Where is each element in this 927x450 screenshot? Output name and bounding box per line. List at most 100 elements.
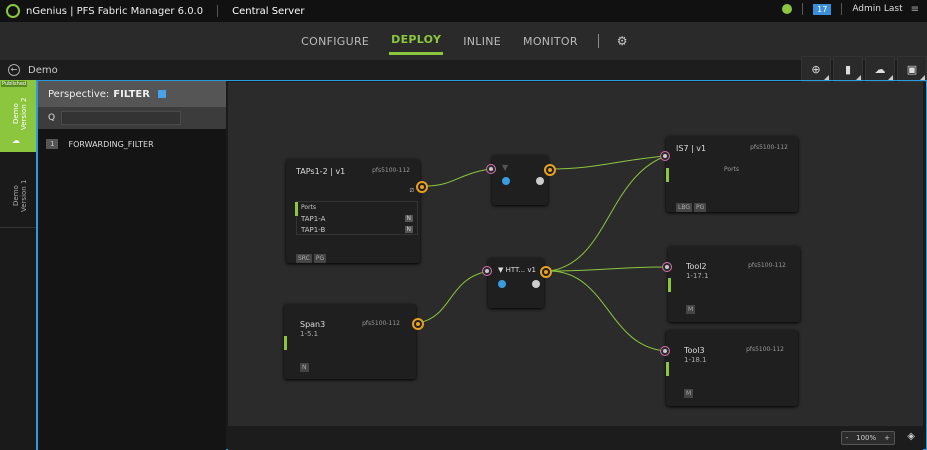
tag-pg: PG [694,203,707,212]
tags: N [300,354,311,373]
back-icon[interactable]: ← [8,64,20,76]
taps-node[interactable]: TAPs1-2 | v1 pfs5100-112 ⧄ Ports TAP1-A N… [286,159,420,263]
node-model: pfs5100-112 [362,320,400,327]
span3-node[interactable]: Span3 1-5.1 pfs5100-112 N [284,304,416,379]
perspective-value[interactable]: FILTER [113,89,150,100]
filter-title: HTT... v1 [505,266,536,274]
filter-icons [502,177,544,185]
toolbar: ⊕ ▮ ☁ ▣ [801,56,927,82]
status-bar [666,168,669,182]
cloud-upload-icon: ☁ [874,62,886,76]
version-2-item[interactable]: Published Demo Version 2 ☁ [0,80,36,152]
list-item[interactable]: TAP1-B N [297,224,417,235]
link-filter1-is7 [549,155,667,170]
output-port[interactable] [540,266,552,278]
notifications-badge[interactable]: 17 [813,3,832,15]
funnel-icon: ▼ [502,163,509,172]
filter-icons [498,280,540,288]
gear-icon[interactable]: ⚙ [617,34,628,48]
trash-icon: ▮ [844,62,852,76]
user-name[interactable]: Admin Last [852,4,902,14]
link-filter2-tool3 [549,270,667,352]
node-sub: 1-5.1 [300,330,319,338]
layers-icon[interactable]: ◈ [907,431,915,442]
zoom-in-button[interactable]: + [880,434,894,442]
tag-m: M [686,305,696,314]
ngenius-logo-icon [6,4,20,18]
tab-deploy[interactable]: DEPLOY [389,27,444,55]
status-bar [668,278,671,292]
tab-monitor[interactable]: MONITOR [521,29,580,54]
main-nav: CONFIGURE DEPLOY INLINE MONITOR ⚙ [0,22,927,60]
node-model: pfs5100-112 [748,262,786,269]
filter-name: FORWARDING_FILTER [68,139,154,149]
save-button[interactable]: ▣ [897,56,927,82]
list-item[interactable]: TAP1-A N [297,213,417,224]
ports-list: Ports TAP1-A N TAP1-B N [295,201,418,235]
server-name[interactable]: Central Server [232,6,304,17]
tab-inline[interactable]: INLINE [461,29,503,54]
perspective-label: Perspective: [48,88,110,100]
menu-icon[interactable]: ≡ [911,4,919,15]
search-input[interactable] [61,111,182,125]
nav-divider [597,34,599,48]
port-flag: N [404,226,413,233]
input-port[interactable] [486,164,496,174]
tags: LBG PG [676,194,708,213]
zoom-control: - 100% + [840,431,895,445]
save-icon: ▣ [906,62,918,76]
node-model: pfs5100-112 [746,346,784,353]
zoom-out-button[interactable]: - [842,434,853,442]
output-port[interactable] [544,164,556,176]
list-icon[interactable] [157,90,166,98]
canvas-footer: - 100% + ◈ [228,426,923,450]
deploy-button[interactable]: ☁ [865,56,895,82]
input-port[interactable] [662,262,672,272]
list-item[interactable]: 1 FORWARDING_FILTER [38,139,226,149]
node-title: Tool3 [684,346,705,355]
ports-label: Ports [724,166,740,173]
add-button[interactable]: ⊕ [801,56,831,82]
tag-n: N [300,363,309,372]
version-list: Published Demo Version 2 ☁ Demo Version … [0,80,36,450]
version-1-item[interactable]: Demo Version 1 [0,158,36,228]
status-bar [666,362,669,376]
status-ok-icon[interactable] [782,4,793,14]
version-1-label: Demo Version 1 [12,179,28,213]
port-flag: N [404,215,413,222]
tool2-node[interactable]: Tool2 1-17.1 pfs5100-112 M [668,246,800,322]
version-2-label: Demo Version 2 [12,97,28,131]
status-bar [295,202,298,216]
tab-configure[interactable]: CONFIGURE [299,29,371,54]
node-title: Tool2 [686,262,707,271]
node-sub: 1-17.1 [686,272,709,280]
output-port[interactable] [412,318,424,330]
settings-icon [536,177,544,185]
input-port[interactable] [482,266,492,276]
link-span3-filter2 [417,270,491,324]
is7-node[interactable]: IS7 | v1 pfs5100-112 Ports LBG PG [666,136,798,212]
topology-canvas[interactable]: TAPs1-2 | v1 pfs5100-112 ⧄ Ports TAP1-A N… [228,82,923,426]
node-title: ▼ HTT... v1 [498,266,536,274]
port-name: TAP1-A [301,214,326,223]
delete-button[interactable]: ▮ [833,56,863,82]
zoom-level: 100% [856,434,877,442]
input-port[interactable] [660,346,670,356]
filter-node-1[interactable]: ▼ [492,155,548,205]
input-port[interactable] [660,151,670,161]
edit-icon[interactable]: ⧄ [410,186,414,195]
tool3-node[interactable]: Tool3 1-18.1 pfs5100-112 M [666,330,798,406]
divider [802,3,804,15]
filter-node-2[interactable]: ▼ HTT... v1 [488,258,544,308]
divider [217,5,219,17]
info-icon [502,177,510,185]
output-port[interactable] [416,181,428,193]
link-filter2-tool2 [549,266,667,272]
tag-m: M [684,389,694,398]
published-badge: Published [1,81,28,87]
tag-pg: PG [313,254,327,263]
ports-header: Ports [301,204,317,211]
tags: M [684,380,695,399]
tags: SRC PG [296,245,328,264]
app-title: nGenius | PFS Fabric Manager 6.0.0 [26,5,204,17]
